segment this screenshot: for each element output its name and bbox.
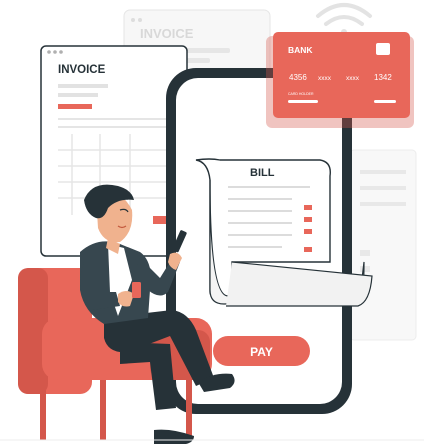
wifi-icon [316,3,372,35]
card-bank-label: BANK [288,45,313,55]
card-chip-icon [376,43,390,55]
card-number-group-1: 4356 [289,73,307,82]
invoice-payment-illustration: INVOICE INVOICE BILL BANK 4356 xxxx xxxx… [0,3,424,444]
pay-button-label: PAY [250,345,273,359]
card-number-group-4: 1342 [374,73,392,82]
card-number-group-2: xxxx [318,75,332,82]
card-holder-label: CARD HOLDER [288,92,314,96]
bank-card: BANK 4356 xxxx xxxx 1342 CARD HOLDER [266,32,414,128]
card-number-group-3: xxxx [346,75,360,82]
pay-button[interactable]: PAY [213,336,310,366]
side-document [349,149,417,341]
bill-title: BILL [250,167,275,179]
background-invoice-title: INVOICE [140,26,194,41]
invoice-title: INVOICE [58,64,106,76]
